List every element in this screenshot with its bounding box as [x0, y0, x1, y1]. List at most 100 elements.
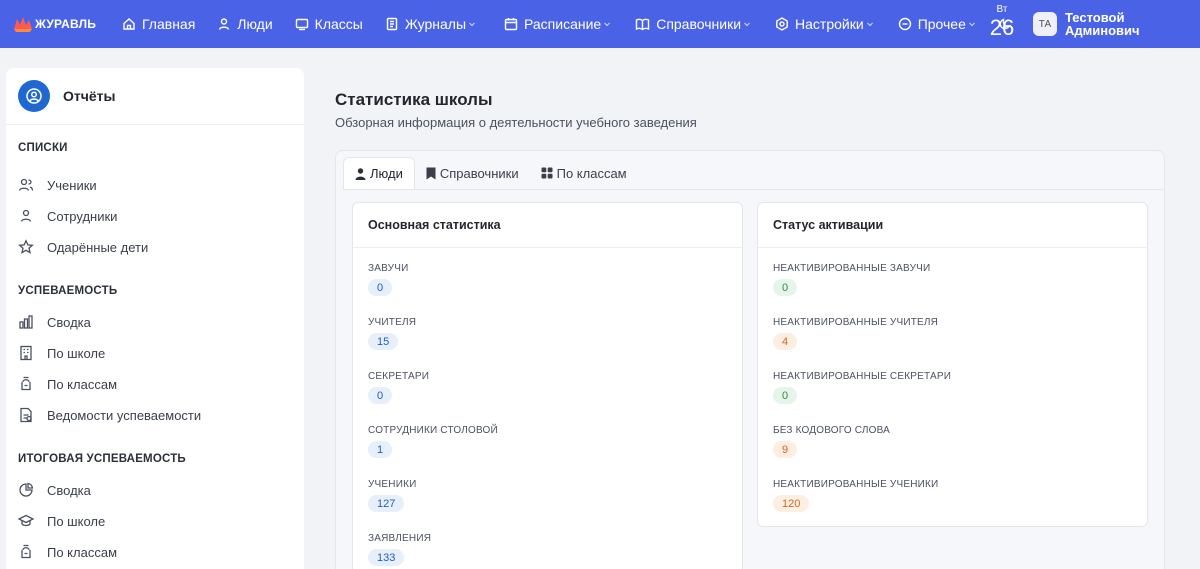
person-icon: [219, 18, 230, 30]
status-badge: 0: [773, 279, 798, 296]
page-subtitle: Обзорная информация о деятельности учебн…: [335, 115, 697, 130]
sidebar-item-label: Ученики: [47, 177, 97, 193]
top-navbar: ЖУРАВЛЬ Главная Люди Классы Журналы Расп…: [0, 0, 1200, 48]
stat-value-badge: 0: [368, 279, 393, 296]
pie-chart-icon: [19, 482, 34, 497]
stat-value-badge: 1: [368, 441, 393, 458]
nav-schedule[interactable]: Расписание: [504, 0, 617, 48]
logo[interactable]: ЖУРАВЛЬ: [12, 15, 100, 33]
nav-other[interactable]: Прочее: [898, 0, 982, 48]
status-badge: 4: [773, 333, 798, 350]
date-day: 26: [989, 15, 1015, 40]
reports-icon: [18, 80, 50, 112]
nav-label: Люди: [237, 16, 273, 32]
nav-references[interactable]: Справочники: [635, 0, 757, 48]
building-icon: [20, 345, 32, 361]
sidebar-item-staff[interactable]: Сотрудники: [18, 208, 117, 224]
nav-label: Справочники: [656, 16, 742, 32]
stat-label: Неактивированные завучи: [773, 263, 931, 274]
classroom-icon: [295, 18, 308, 31]
journal-icon: [386, 17, 398, 31]
stat-label: Заявления: [368, 533, 432, 544]
avatar: ТА: [1033, 12, 1057, 36]
chevron-down-icon: [866, 22, 873, 27]
sidebar-item-label: По школе: [47, 345, 106, 361]
sidebar-item-statements[interactable]: Ведомости успеваемости: [18, 407, 201, 423]
stat-label: Секретари: [368, 371, 430, 382]
sidebar-header: Отчёты: [6, 68, 304, 125]
calendar-icon: [504, 18, 518, 31]
nav-journals[interactable]: Журналы: [385, 0, 482, 48]
class-icon: [21, 544, 31, 559]
nav-settings[interactable]: Настройки: [775, 0, 880, 48]
stat-label: Завучи: [368, 263, 409, 274]
user-name: Тестовой Админович: [1065, 11, 1140, 37]
stat-value-badge: 15: [368, 333, 399, 350]
sidebar-item-label: Ведомости успеваемости: [47, 407, 202, 423]
nav-label: Настройки: [795, 16, 864, 32]
gear-icon: [776, 17, 788, 31]
section-performance: УСПЕВАЕМОСТЬ: [18, 285, 118, 297]
sidebar-item-final-by-class[interactable]: По классам: [18, 544, 117, 560]
nav-home[interactable]: Главная: [122, 0, 195, 48]
sidebar-item-students[interactable]: Ученики: [18, 177, 97, 193]
basic-stats-card: Основная статистика Завучи 0 Учителя 15 …: [352, 202, 743, 569]
main-nav: Главная Люди Классы Журналы Расписание С…: [100, 0, 1018, 48]
card-divider: [353, 247, 742, 248]
card-title: Основная статистика: [368, 218, 501, 232]
sidebar-item-final-summary[interactable]: Сводка: [18, 482, 91, 498]
chevron-down-icon: [744, 22, 750, 27]
stat-label: Неактивированные учителя: [773, 317, 939, 328]
date-weekday: Вт: [996, 4, 1008, 15]
stat-value-badge: 0: [368, 387, 393, 404]
nav-label: Журналы: [404, 16, 467, 32]
section-final-performance: ИТОГОВАЯ УСПЕВАЕМОСТЬ: [18, 453, 186, 465]
page-title: Статистика школы: [335, 90, 493, 109]
tabs-divider: [343, 189, 1165, 190]
sidebar-item-label: Сводка: [47, 482, 91, 498]
stat-value-badge: 133: [368, 549, 405, 566]
stats-tabs: Люди Справочники По классам: [343, 157, 638, 189]
users-icon: [18, 178, 34, 191]
tab-references[interactable]: Справочники: [415, 157, 530, 189]
sidebar-item-label: Сотрудники: [47, 208, 118, 224]
grid-icon: [541, 167, 553, 179]
stat-label: Без кодового слова: [773, 425, 891, 436]
sidebar-item-by-class[interactable]: По классам: [18, 376, 117, 392]
more-icon: [898, 17, 911, 31]
book-icon: [636, 18, 650, 31]
class-icon: [21, 376, 31, 391]
status-badge: 120: [773, 495, 810, 512]
nav-people[interactable]: Люди: [217, 0, 273, 48]
tab-people[interactable]: Люди: [343, 157, 415, 189]
sidebar-item-label: По классам: [47, 376, 118, 392]
sidebar-item-gifted[interactable]: Одарённые дети: [18, 239, 148, 255]
user-last-name: Админович: [1065, 23, 1140, 38]
person-icon: [20, 209, 32, 222]
bookmark-icon: [426, 167, 436, 179]
current-date: Вт 26: [986, 5, 1018, 39]
chevron-down-icon: [968, 22, 975, 27]
sidebar-item-label: По школе: [47, 513, 106, 529]
nav-label: Классы: [314, 16, 363, 32]
chevron-down-icon: [604, 22, 611, 27]
star-icon: [18, 239, 34, 254]
sidebar-item-label: Одарённые дети: [47, 239, 149, 255]
section-lists: СПИСКИ: [18, 142, 68, 154]
sidebar-item-summary[interactable]: Сводка: [18, 314, 91, 330]
nav-classes[interactable]: Классы: [295, 0, 363, 48]
tab-by-class[interactable]: По классам: [530, 157, 638, 189]
sidebar-item-final-by-school[interactable]: По школе: [18, 513, 105, 529]
stat-label: Ученики: [368, 479, 417, 490]
logo-text: ЖУРАВЛЬ: [35, 17, 97, 31]
person-icon: [355, 167, 366, 180]
stat-label: Учителя: [368, 317, 417, 328]
tab-label: Люди: [370, 166, 403, 181]
nav-label: Прочее: [917, 16, 966, 32]
nav-label: Главная: [142, 16, 196, 32]
card-divider: [758, 247, 1147, 248]
sidebar-item-by-school[interactable]: По школе: [18, 345, 105, 361]
stat-value-badge: 127: [368, 495, 405, 512]
user-menu[interactable]: ТА Тестовой Админович: [1033, 11, 1140, 37]
sidebar-item-label: Сводка: [47, 314, 91, 330]
